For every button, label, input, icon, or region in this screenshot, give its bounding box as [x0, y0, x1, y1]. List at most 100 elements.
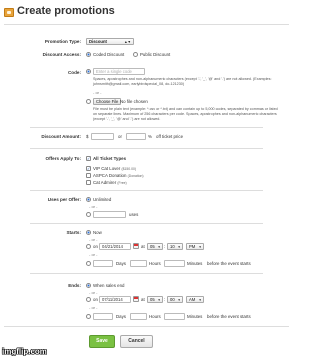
ticket-name-text: Cat Admirer [93, 180, 117, 185]
starts-at-text: at [141, 244, 145, 249]
promotion-type-value: Discount [89, 38, 107, 44]
save-button[interactable]: Save [89, 335, 115, 348]
divider [4, 24, 289, 25]
end-minutes-input[interactable] [164, 313, 185, 320]
time-colon: : [164, 297, 166, 302]
upload-codes-radio[interactable] [86, 99, 91, 104]
start-date-input[interactable]: 04/21/2014 [99, 243, 131, 250]
promotion-type-label: Promotion Type: [44, 39, 81, 44]
cancel-button[interactable]: Cancel [120, 335, 153, 348]
divider [30, 273, 263, 274]
page-header: Create promotions [4, 4, 115, 20]
discount-access-label: Discount Access: [42, 52, 81, 57]
single-code-radio[interactable] [86, 69, 91, 74]
before-event-text: before the event starts [207, 314, 251, 319]
uses-or-separator: - or - [89, 204, 98, 209]
public-discount-radio[interactable] [133, 52, 138, 57]
code-help-text: Spaces, apostrophes and non-alphanumeric… [93, 77, 272, 86]
ends-on-text: on [93, 297, 98, 302]
start-minutes-input[interactable] [164, 260, 185, 267]
chevron-down-icon: ▾ [199, 298, 201, 302]
starts-relative-radio[interactable] [86, 261, 91, 266]
code-input-placeholder: Enter a single code [96, 68, 132, 74]
start-days-input[interactable] [93, 260, 113, 267]
start-minute-select[interactable]: 10 ▾ [167, 243, 183, 250]
ends-on-radio[interactable] [86, 297, 91, 302]
discount-amount-label: Discount Amount: [41, 134, 81, 139]
divider [30, 148, 263, 149]
all-ticket-types-label: All Ticket Types [93, 156, 127, 161]
ticket-name: ASPCA Donation (Donation) [93, 173, 144, 179]
chevron-down-icon: ▲▼ [124, 40, 131, 44]
ends-or-separator: - or - [89, 305, 98, 310]
choose-file-button[interactable]: Choose File [93, 98, 122, 105]
ends-or-separator: - or - [89, 290, 98, 295]
end-minute-select[interactable]: 00 ▾ [167, 296, 183, 303]
ticket-checkbox[interactable] [86, 173, 91, 178]
end-date-input[interactable]: 07/11/2014 [99, 296, 131, 303]
minutes-label: Minutes [187, 314, 203, 319]
promotion-type-select[interactable]: Discount ▲▼ [86, 38, 134, 45]
start-hour-value: 05 [150, 243, 155, 249]
code-or-separator: - or - [93, 90, 102, 95]
amount-suffix: off ticket price [156, 134, 184, 139]
end-ampm-select[interactable]: AM ▾ [186, 296, 204, 303]
starts-on-text: on [93, 244, 98, 249]
page-title: Create promotions [17, 5, 115, 18]
start-hour-select[interactable]: 05 ▾ [147, 243, 163, 250]
ticket-note: ($150.00) [121, 167, 137, 171]
unlimited-radio[interactable] [86, 197, 91, 202]
start-date-value: 04/21/2014 [102, 243, 123, 249]
minutes-label: Minutes [187, 261, 203, 266]
file-help-text: File must be plain text (example: *.csv … [93, 107, 278, 121]
coded-discount-radio[interactable] [86, 52, 91, 57]
end-date-value: 07/11/2014 [102, 296, 123, 302]
offers-apply-label: Offers Apply To: [45, 156, 81, 161]
starts-or-separator: - or - [89, 237, 98, 242]
all-ticket-types-checkbox[interactable]: ✓ [86, 156, 91, 161]
code-label: Code: [67, 70, 81, 75]
end-hours-input[interactable] [130, 313, 147, 320]
uses-units: uses [129, 212, 139, 217]
watermark: imgflip.com [2, 347, 47, 356]
starts-on-radio[interactable] [86, 244, 91, 249]
starts-now-label: Now [93, 230, 102, 235]
limited-uses-radio[interactable] [86, 212, 91, 217]
divider [30, 127, 263, 128]
divider [30, 223, 263, 224]
ends-at-text: at [141, 297, 145, 302]
ends-when-sales-end-radio[interactable] [86, 283, 91, 288]
ends-when-sales-end-label: When sales end [93, 283, 125, 288]
end-days-input[interactable] [93, 313, 113, 320]
starts-label: Starts: [66, 230, 81, 235]
end-hour-select[interactable]: 05 ▾ [147, 296, 163, 303]
amount-or-text: or [118, 134, 122, 139]
hours-label: Hours [149, 314, 161, 319]
start-hours-input[interactable] [130, 260, 147, 267]
ends-relative-radio[interactable] [86, 314, 91, 319]
end-minute-value: 00 [170, 296, 175, 302]
start-ampm-value: PM [189, 243, 196, 249]
chevron-down-icon: ▾ [158, 245, 160, 249]
start-minute-value: 10 [170, 243, 175, 249]
starts-now-radio[interactable] [86, 230, 91, 235]
end-ampm-value: AM [189, 296, 196, 302]
ticket-checkbox[interactable]: ✓ [86, 166, 91, 171]
code-input[interactable]: Enter a single code [93, 68, 145, 75]
chevron-down-icon: ▾ [158, 298, 160, 302]
ticket-checkbox[interactable] [86, 180, 91, 185]
calendar-icon[interactable] [133, 243, 139, 249]
file-status-text: No file chosen [120, 99, 148, 104]
promotion-icon [4, 7, 14, 17]
percent-input[interactable] [126, 133, 146, 140]
uses-input[interactable] [93, 211, 126, 218]
ticket-note: (Donation) [127, 174, 144, 178]
ends-label: Ends: [68, 283, 81, 288]
public-discount-label: Public Discount [140, 52, 171, 57]
amount-input[interactable] [91, 133, 114, 140]
calendar-icon[interactable] [133, 296, 139, 302]
percent-symbol: % [148, 134, 152, 139]
start-ampm-select[interactable]: PM ▾ [186, 243, 204, 250]
ticket-name: Cat Admirer (Free) [93, 180, 127, 186]
divider [4, 326, 289, 327]
